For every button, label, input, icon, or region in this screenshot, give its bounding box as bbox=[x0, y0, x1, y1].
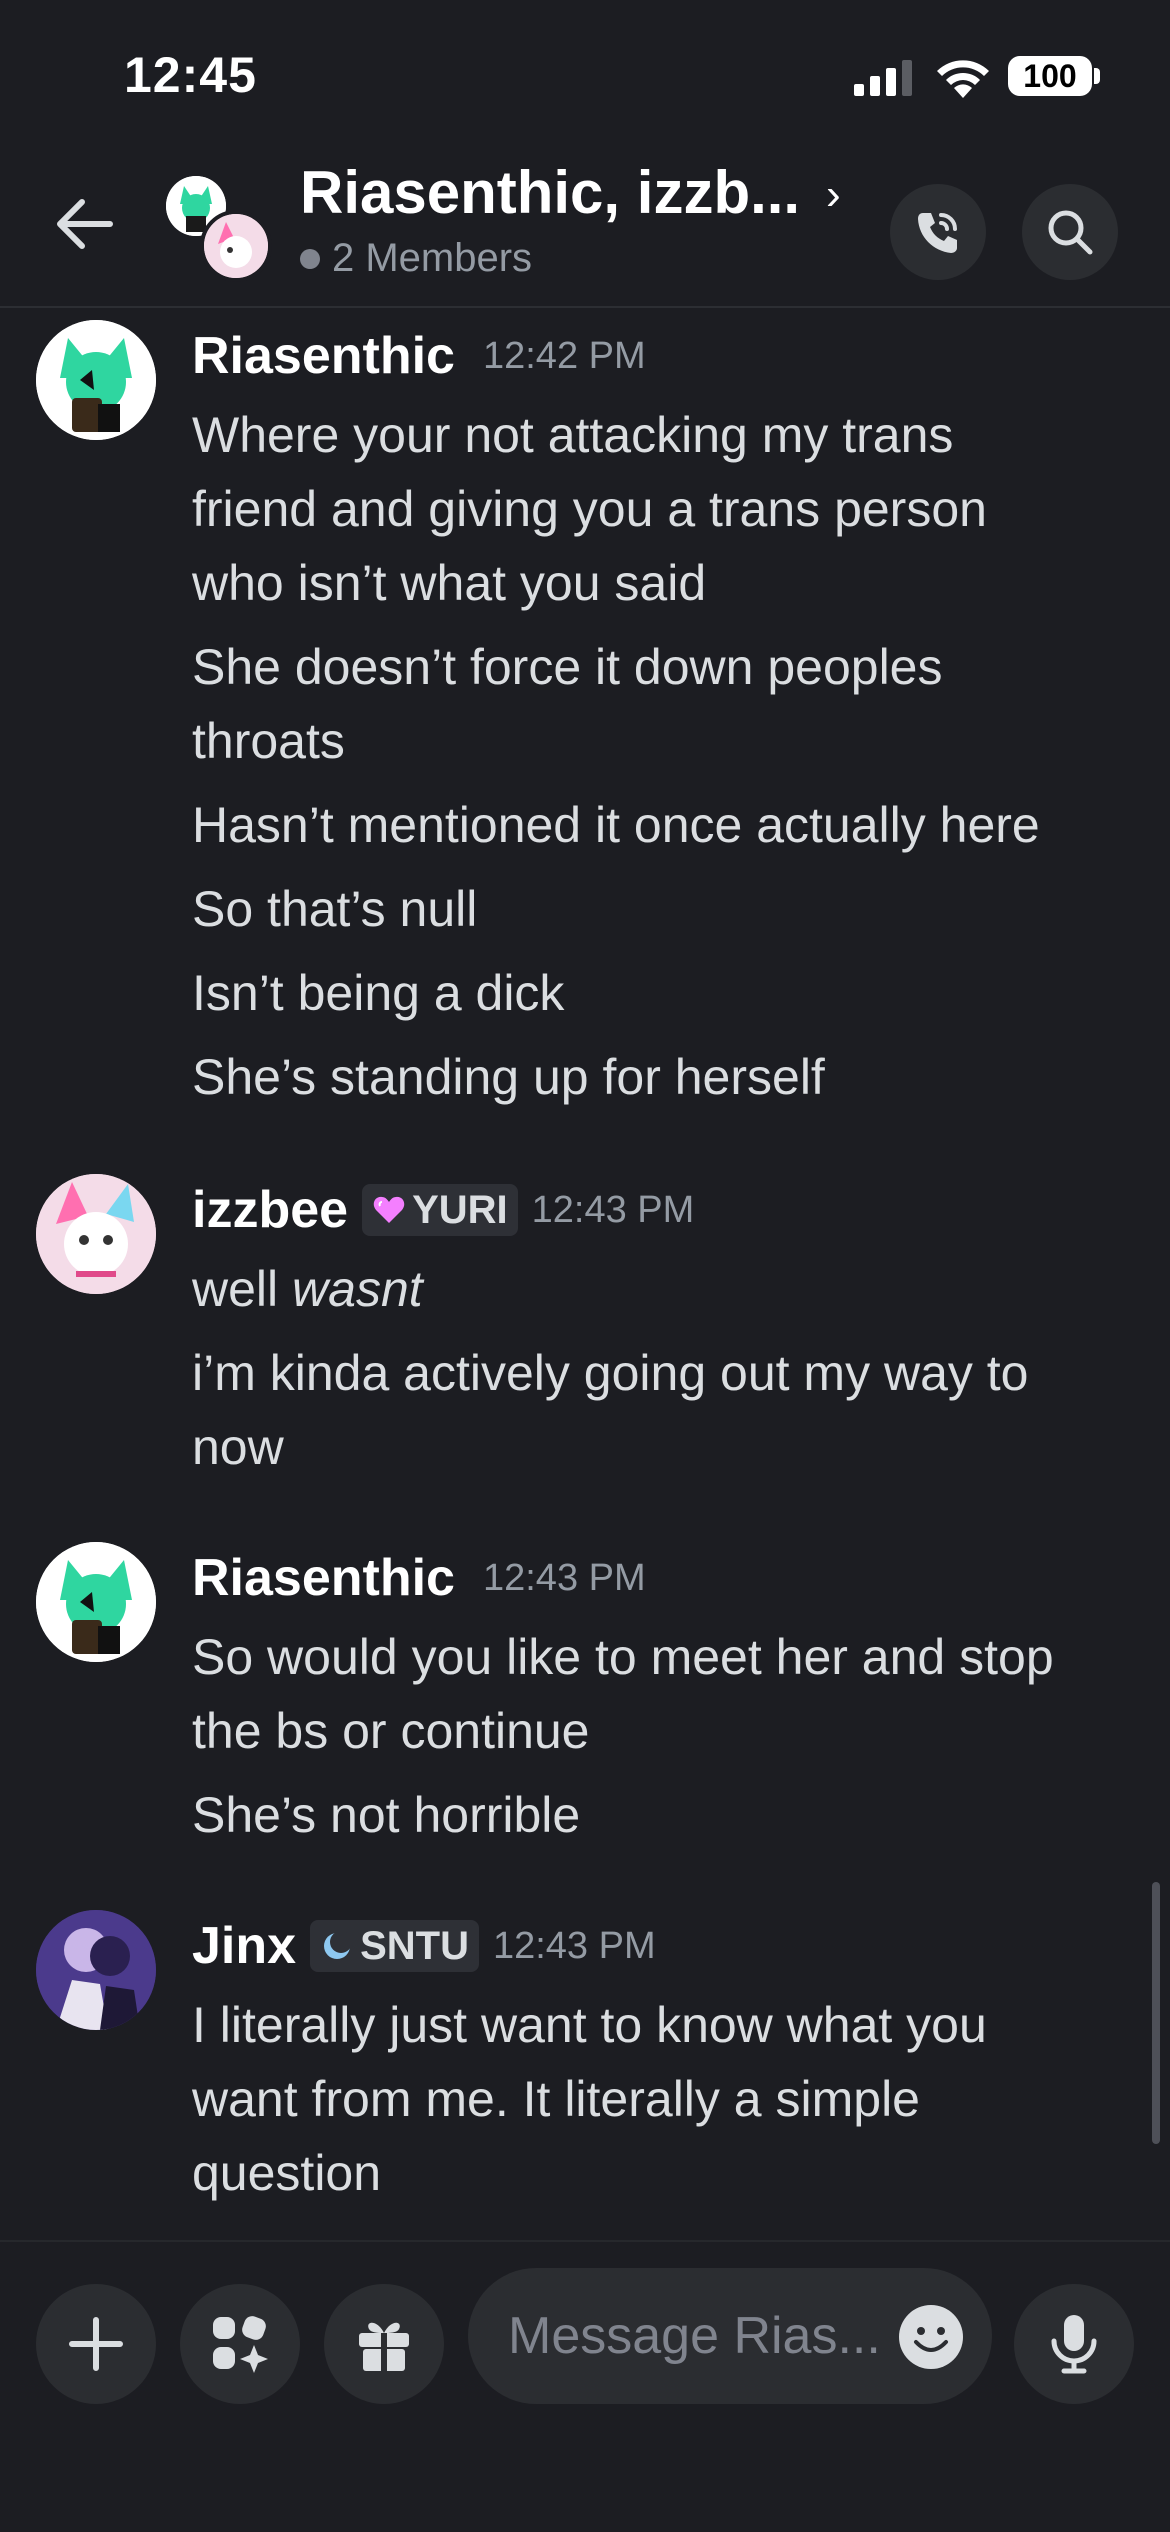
user-tag[interactable]: SNTU bbox=[310, 1920, 479, 1972]
message-line: Where your not attacking my trans bbox=[192, 407, 954, 463]
user-tag-label: YURI bbox=[412, 1187, 508, 1232]
search-icon bbox=[1048, 210, 1093, 255]
message-line: friend and giving you a trans person bbox=[192, 481, 987, 537]
gift-icon bbox=[359, 2322, 409, 2371]
emoji-icon[interactable] bbox=[898, 2304, 964, 2370]
avatar-jinx[interactable] bbox=[36, 1910, 156, 2030]
microphone-icon bbox=[1051, 2315, 1097, 2374]
message-line: Hasn’t mentioned it once actually here bbox=[192, 797, 1040, 853]
message-header: izzbee YURI 12:43 PM bbox=[192, 1180, 694, 1240]
battery-indicator: 100 bbox=[1008, 56, 1092, 96]
message-line: So that’s null bbox=[192, 881, 478, 937]
member-count-label: 2 Members bbox=[332, 236, 533, 280]
gift-button[interactable] bbox=[324, 2284, 444, 2404]
message-line: throats bbox=[192, 713, 345, 769]
add-attachment-button[interactable] bbox=[36, 2284, 156, 2404]
message-line: now bbox=[192, 1419, 284, 1475]
timestamp: 12:43 PM bbox=[482, 1556, 646, 1599]
username[interactable]: Jinx bbox=[192, 1916, 296, 1976]
group-avatar-izzbee[interactable] bbox=[200, 210, 272, 282]
message-header: Riasenthic 12:43 PM bbox=[192, 1548, 646, 1608]
status-time: 12:45 bbox=[124, 47, 257, 103]
timestamp: 12:43 PM bbox=[531, 1188, 695, 1231]
user-tag[interactable]: YURI bbox=[362, 1184, 518, 1236]
message-line: question bbox=[192, 2145, 382, 2201]
message-text: well bbox=[192, 1261, 293, 1317]
avatar-riasenthic[interactable] bbox=[36, 1542, 156, 1662]
username[interactable]: Riasenthic bbox=[192, 326, 455, 386]
user-tag-label: SNTU bbox=[360, 1923, 469, 1968]
message-line: She doesn’t force it down peoples bbox=[192, 639, 943, 695]
message-header: Jinx SNTU 12:43 PM bbox=[192, 1916, 656, 1976]
message-line: who isn’t what you said bbox=[192, 555, 707, 611]
moon-badge-icon bbox=[324, 1931, 353, 1959]
message-line: the bs or continue bbox=[192, 1703, 590, 1759]
message-line: I literally just want to know what you bbox=[192, 1997, 987, 2053]
phone-call-icon bbox=[918, 213, 957, 253]
message-line: Isn’t being a dick bbox=[192, 965, 565, 1021]
voice-message-button[interactable] bbox=[1014, 2284, 1134, 2404]
message-line: i’m kinda actively going out my way to bbox=[192, 1345, 1029, 1401]
battery-tip bbox=[1094, 68, 1100, 84]
message-header: Riasenthic 12:42 PM bbox=[192, 326, 646, 386]
status-bar: 12:45 100 bbox=[0, 0, 1170, 150]
member-count: 2 Members bbox=[300, 236, 532, 281]
timestamp: 12:43 PM bbox=[492, 1924, 656, 1967]
timestamp: 12:42 PM bbox=[482, 334, 646, 377]
cellular-signal-icon bbox=[854, 60, 912, 96]
username[interactable]: izzbee bbox=[192, 1180, 348, 1240]
status-dot bbox=[300, 248, 320, 269]
message-line: So would you like to meet her and stop bbox=[192, 1629, 1054, 1685]
heart-icon bbox=[373, 1196, 405, 1223]
search-button[interactable] bbox=[1022, 184, 1118, 280]
plus-icon bbox=[69, 2317, 123, 2371]
call-button[interactable] bbox=[890, 184, 986, 280]
chat-title[interactable]: Riasenthic, izzb... bbox=[300, 158, 800, 227]
scrollbar[interactable] bbox=[1152, 1882, 1160, 2144]
chevron-right-icon[interactable]: › bbox=[826, 170, 841, 220]
username[interactable]: Riasenthic bbox=[192, 1548, 455, 1608]
apps-sparkle-icon bbox=[213, 2316, 268, 2373]
avatar-izzbee[interactable] bbox=[36, 1174, 156, 1294]
wifi-icon bbox=[937, 60, 989, 98]
message-text-italic: wasnt bbox=[292, 1261, 423, 1317]
message-line: want from me. It literally a simple bbox=[192, 2071, 920, 2127]
avatar-riasenthic[interactable] bbox=[36, 320, 156, 440]
apps-button[interactable] bbox=[180, 2284, 300, 2404]
message-line: She’s not horrible bbox=[192, 1787, 581, 1843]
message-input-placeholder: Message Rias... bbox=[508, 2307, 881, 2365]
composer-divider bbox=[0, 2240, 1170, 2242]
arrow-left-icon[interactable] bbox=[52, 192, 116, 256]
message-line: well wasnt bbox=[192, 1260, 423, 1318]
chat-header: Riasenthic, izzb... › 2 Members bbox=[0, 150, 1170, 308]
message-line: She’s standing up for herself bbox=[192, 1049, 825, 1105]
message-input[interactable]: Message Rias... bbox=[468, 2268, 992, 2404]
